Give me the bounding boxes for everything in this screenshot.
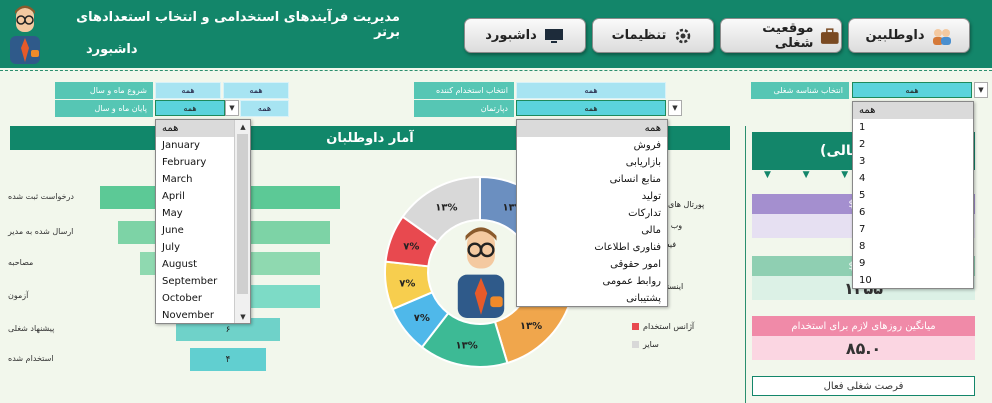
funnel-stage-label: آزمون [8, 291, 29, 300]
legend-swatch [632, 323, 639, 330]
department-option[interactable]: تولید [517, 188, 667, 205]
page-subtitle: داشبورد [86, 42, 138, 57]
briefcase-icon [821, 27, 840, 44]
gear-icon [676, 28, 691, 43]
job-id-option[interactable]: 3 [853, 153, 973, 170]
job-id-option[interactable]: 4 [853, 170, 973, 187]
job-id-dropdown-list[interactable]: همه 1 2 3 4 5 6 7 8 9 10 [852, 101, 974, 289]
department-label: دپارتمان [414, 100, 514, 117]
job-id-select[interactable]: همه [852, 82, 972, 98]
app-title: مدیریت فرآیندهای استخدامی و انتخاب استعد… [76, 10, 400, 40]
month-dropdown-list[interactable]: همه January February March April May June July A… [155, 119, 251, 324]
department-option[interactable]: فناوری اطلاعات [517, 239, 667, 256]
legend-label: آژانس استخدام [643, 322, 695, 331]
month-dropdown-scrollbar[interactable]: ▲ ▼ [234, 120, 250, 323]
department-option[interactable]: همه [517, 120, 667, 137]
department-select[interactable]: همه [516, 100, 666, 116]
job-id-dropdown-arrow[interactable]: ▼ [974, 82, 988, 98]
job-position-button[interactable]: موقعیت شغلی [720, 18, 842, 53]
scroll-down-icon[interactable]: ▼ [235, 310, 250, 323]
department-option[interactable]: امور حقوقی [517, 256, 667, 273]
employer-value[interactable]: همه [516, 82, 666, 99]
start-year-value[interactable]: همه [223, 82, 289, 99]
department-option[interactable]: تدارکات [517, 205, 667, 222]
dashboard-button[interactable]: داشبورد [464, 18, 586, 53]
funnel-stage-bar: ۴ [190, 348, 266, 371]
header-bar: مدیریت فرآیندهای استخدامی و انتخاب استعد… [0, 0, 992, 68]
job-id-option[interactable]: 8 [853, 238, 973, 255]
start-month-label: شروع ماه و سال [55, 82, 153, 99]
funnel-stage-label: ارسال شده به مدیر [8, 227, 74, 236]
department-option[interactable]: منابع انسانی [517, 171, 667, 188]
settings-label: تنظیمات [611, 28, 667, 43]
job-id-option[interactable]: 9 [853, 255, 973, 272]
end-month-label: پایان ماه و سال [55, 100, 153, 117]
kpi-value: ۸۵.۰ [752, 336, 975, 360]
end-month-dropdown-arrow[interactable]: ▼ [225, 100, 239, 116]
people-icon [932, 28, 951, 45]
kpi-header: فرصت شغلی فعال [752, 376, 975, 396]
end-month-select[interactable]: همه [155, 100, 225, 116]
donut-slice-label: ۷% [414, 313, 430, 324]
job-id-option[interactable]: 10 [853, 272, 973, 288]
scroll-thumb[interactable] [237, 134, 248, 294]
department-option[interactable]: روابط عمومی [517, 273, 667, 290]
candidates-button[interactable]: داوطلبین [848, 18, 970, 53]
legend-item: آژانس استخدام [632, 322, 694, 331]
donut-slice-label: ۷% [403, 242, 419, 253]
donut-slice-label: ۱۳% [520, 321, 542, 332]
department-option[interactable]: مالی [517, 222, 667, 239]
filter-divider [0, 70, 992, 71]
donut-slice-label: ۱۳% [435, 203, 457, 214]
kpi-header: میانگین روزهای لازم برای استخدام [752, 316, 975, 336]
donut-center-avatar-icon [457, 227, 505, 318]
department-option[interactable]: بازاریابی [517, 154, 667, 171]
job-id-option[interactable]: 6 [853, 204, 973, 221]
job-id-option[interactable]: 5 [853, 187, 973, 204]
department-option[interactable]: پشتیبانی [517, 290, 667, 306]
end-year-value[interactable]: همه [240, 100, 289, 117]
settings-button[interactable]: تنظیمات [592, 18, 714, 53]
legend-item: سایر [632, 340, 659, 349]
funnel-stage-label: مصاحبه [8, 258, 34, 267]
candidates-label: داوطلبین [865, 28, 925, 43]
funnel-stage-label: استخدام شده [8, 354, 54, 363]
monitor-icon [544, 28, 563, 43]
scroll-up-icon[interactable]: ▲ [235, 120, 250, 133]
legend-label: سایر [643, 340, 659, 349]
job-position-label: موقعیت شغلی [762, 20, 814, 51]
job-id-option[interactable]: 7 [853, 221, 973, 238]
dashboard-root: مدیریت فرآیندهای استخدامی و انتخاب استعد… [0, 0, 992, 403]
hr-avatar-icon [10, 5, 40, 64]
donut-slice-label: ۷% [399, 279, 415, 290]
legend-swatch [632, 341, 639, 348]
department-dropdown-list[interactable]: همه فروش بازاریابی منابع انسانی تولید تدارکات… [516, 119, 668, 307]
funnel-stage-label: درخواست ثبت شده [8, 192, 74, 201]
job-id-label: انتخاب شناسه شغلی [751, 82, 849, 99]
start-month-value[interactable]: همه [155, 82, 221, 99]
job-id-option[interactable]: 1 [853, 119, 973, 136]
dashboard-label: داشبورد [485, 28, 537, 43]
donut-slice-label: ۱۳% [456, 340, 478, 351]
job-id-option[interactable]: همه [853, 102, 973, 119]
funnel-stage-label: پیشنهاد شغلی [8, 324, 55, 333]
job-id-option[interactable]: 2 [853, 136, 973, 153]
employer-label: انتخاب استخدام کننده [414, 82, 514, 99]
department-option[interactable]: فروش [517, 137, 667, 154]
department-dropdown-arrow[interactable]: ▼ [668, 100, 682, 116]
